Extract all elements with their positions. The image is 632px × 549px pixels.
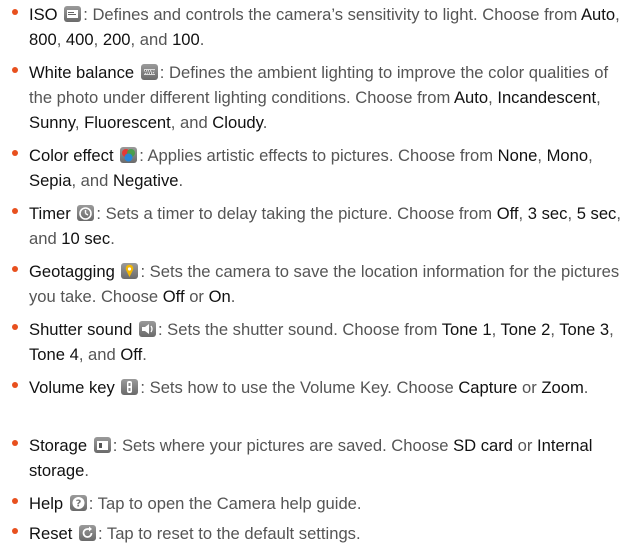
- item-text: Reset : Tap to reset to the default sett…: [12, 521, 622, 546]
- option-value: Sunny: [29, 113, 75, 132]
- shutter-sound-icon: [138, 321, 156, 337]
- item-text: Color effect : Applies artistic effects …: [29, 146, 593, 190]
- item-text: ISO : Defines and controls the camera’s …: [29, 5, 620, 49]
- setting-name: Storage: [29, 436, 88, 455]
- option-value: SD card: [453, 436, 514, 455]
- list-item-storage: Storage : Sets where your pictures are s…: [12, 433, 622, 483]
- bullet: [12, 440, 18, 446]
- option-value: Capture: [458, 378, 518, 397]
- list-item-shutter-sound: Shutter sound : Sets the shutter sound. …: [12, 317, 622, 367]
- item-text: White balance AWB: Defines the ambient l…: [29, 63, 609, 132]
- setting-name: Shutter sound: [29, 320, 133, 339]
- bullet: [12, 498, 18, 504]
- setting-description: : Tap to reset to the default settings.: [97, 524, 361, 543]
- option-value: 10 sec: [61, 229, 111, 248]
- svg-text:AWB: AWB: [144, 70, 156, 76]
- option-value: Auto: [580, 5, 616, 24]
- option-value: None: [497, 146, 538, 165]
- bullet: [12, 150, 18, 156]
- option-value: 5 sec: [576, 204, 617, 223]
- item-text: Volume key : Sets how to use the Volume …: [29, 378, 589, 397]
- setting-description: : Sets the camera to save the location i…: [29, 262, 620, 306]
- bullet: [12, 382, 18, 388]
- list-item-reset: Reset : Tap to reset to the default sett…: [12, 521, 622, 546]
- list-item-white-balance: White balance AWB: Defines the ambient l…: [12, 60, 622, 135]
- bullet: [12, 9, 18, 15]
- option-value: Auto: [453, 88, 489, 107]
- bullet: [12, 324, 18, 330]
- setting-description: : Sets the shutter sound. Choose from: [157, 320, 442, 339]
- option-value: 800: [29, 30, 57, 49]
- setting-description: : Sets how to use the Volume Key. Choose: [140, 378, 459, 397]
- setting-name: Reset: [29, 524, 73, 543]
- option-value: Incandescent: [497, 88, 597, 107]
- help-icon: ?: [69, 495, 87, 511]
- option-value: Mono: [546, 146, 589, 165]
- setting-name: Timer: [29, 204, 71, 223]
- setting-description: : Sets where your pictures are saved. Ch…: [112, 436, 454, 455]
- iso-icon: [64, 6, 82, 22]
- option-value: Tone 1: [441, 320, 492, 339]
- setting-description: : Sets a timer to delay taking the pictu…: [96, 204, 497, 223]
- option-value: 200: [102, 30, 131, 49]
- setting-name: Color effect: [29, 146, 114, 165]
- option-value: Off: [120, 345, 143, 364]
- list-item-volume-key: Volume key : Sets how to use the Volume …: [12, 375, 622, 400]
- setting-name: Help: [29, 494, 64, 513]
- setting-description: : Defines and controls the camera’s sens…: [83, 5, 581, 24]
- option-value: Off: [162, 287, 185, 306]
- option-value: Cloudy: [212, 113, 263, 132]
- svg-text:?: ?: [75, 499, 81, 510]
- setting-name: White balance: [29, 63, 135, 82]
- color-effect-icon: [120, 147, 138, 163]
- storage-icon: [93, 437, 111, 453]
- item-text: Shutter sound : Sets the shutter sound. …: [29, 320, 614, 364]
- option-value: Tone 4: [29, 345, 79, 364]
- setting-name: Geotagging: [29, 262, 115, 281]
- item-text: Storage : Sets where your pictures are s…: [29, 436, 593, 480]
- list-item-help: Help ? : Tap to open the Camera help guid…: [12, 491, 622, 516]
- setting-description: : Tap to open the Camera help guide.: [88, 494, 362, 513]
- volume-key-icon: [121, 379, 139, 395]
- timer-icon: [77, 205, 95, 221]
- bullet: [12, 528, 18, 534]
- list-item-iso: ISO : Defines and controls the camera’s …: [12, 2, 622, 52]
- option-value: Tone 3: [559, 320, 610, 339]
- white-balance-icon: AWB: [140, 64, 158, 80]
- option-value: Zoom: [541, 378, 584, 397]
- item-text: Geotagging : Sets the camera to save the…: [29, 262, 620, 306]
- item-text: Timer : Sets a timer to delay taking the…: [29, 204, 621, 248]
- list-item-color-effect: Color effect : Applies artistic effects …: [12, 143, 622, 193]
- option-value: Fluorescent: [84, 113, 171, 132]
- option-value: On: [208, 287, 231, 306]
- setting-description: : Applies artistic effects to pictures. …: [139, 146, 498, 165]
- bullet: [12, 208, 18, 214]
- setting-name: ISO: [29, 5, 58, 24]
- option-value: Off: [496, 204, 519, 223]
- list-item-geotagging: Geotagging : Sets the camera to save the…: [12, 259, 622, 309]
- list-item-timer: Timer : Sets a timer to delay taking the…: [12, 201, 622, 251]
- option-value: Negative: [112, 171, 179, 190]
- bullet: [12, 266, 18, 272]
- reset-icon: [78, 525, 96, 541]
- option-value: Sepia: [29, 171, 72, 190]
- item-text: Help ? : Tap to open the Camera help guid…: [12, 491, 622, 516]
- geotagging-icon: [121, 263, 139, 279]
- bullet: [12, 67, 18, 73]
- option-value: 100: [172, 30, 200, 49]
- option-value: Tone 2: [500, 320, 551, 339]
- option-value: 400: [65, 30, 94, 49]
- option-value: 3 sec: [527, 204, 568, 223]
- setting-name: Volume key: [29, 378, 115, 397]
